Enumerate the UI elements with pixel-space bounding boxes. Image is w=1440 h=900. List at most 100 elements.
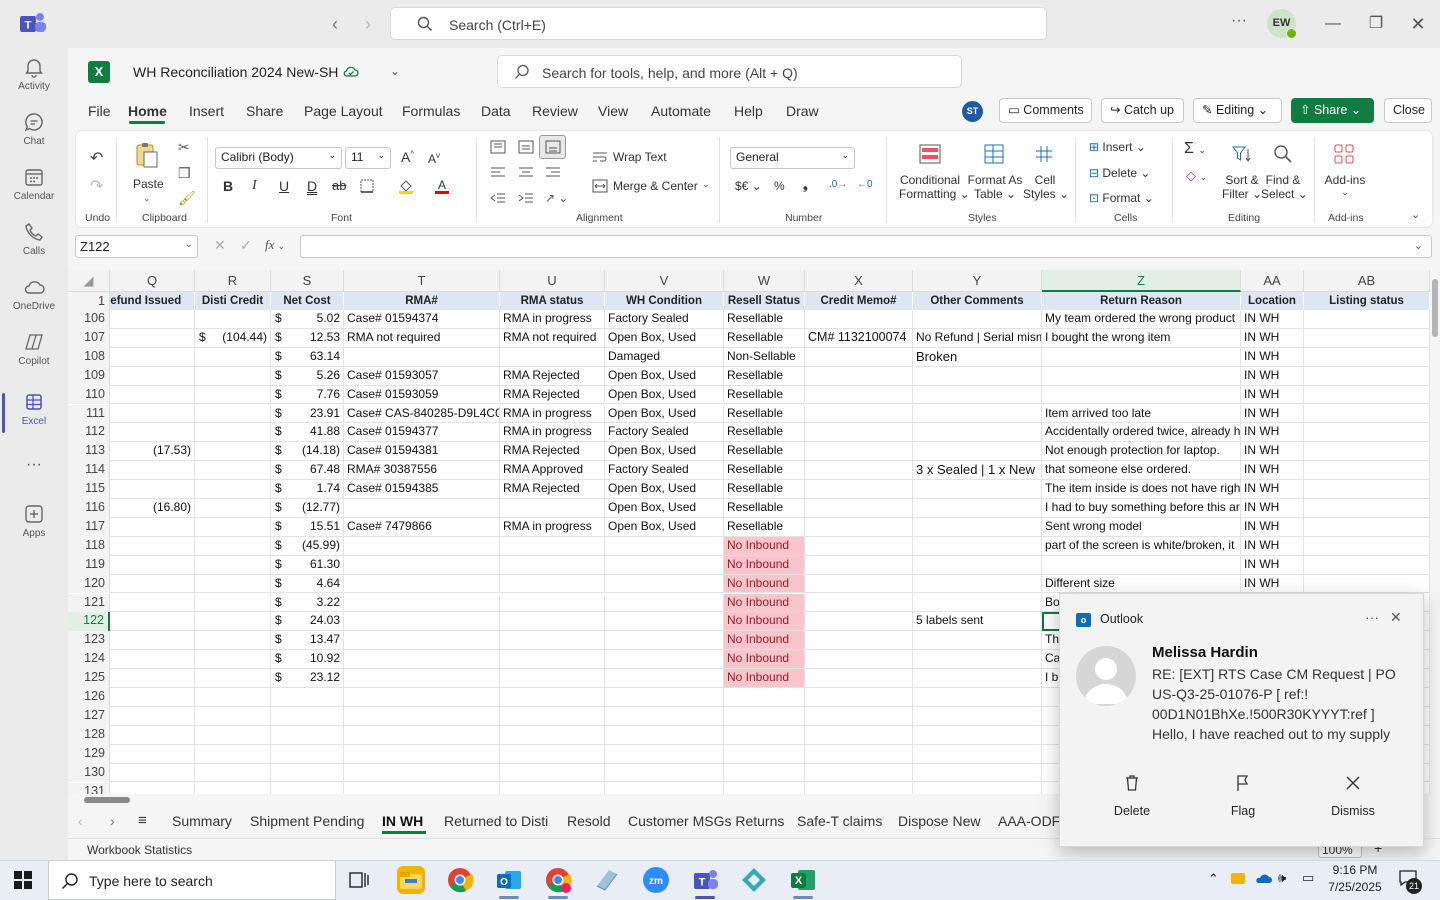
grid-cell[interactable] <box>195 442 271 462</box>
grid-cell[interactable] <box>1304 328 1430 348</box>
align-center-icon[interactable] <box>518 166 534 178</box>
grid-cell[interactable] <box>344 763 500 783</box>
grid-cell[interactable]: Resellable <box>724 423 805 443</box>
grid-cell[interactable]: $1.74 <box>271 480 344 499</box>
cut-icon[interactable]: ✂ <box>178 139 190 156</box>
add-ins-icon[interactable] <box>1333 143 1355 165</box>
column-header[interactable]: W <box>724 270 805 292</box>
grid-cell[interactable] <box>500 574 605 594</box>
paste-icon[interactable] <box>134 141 160 169</box>
grid-cell[interactable]: CM# 1132100074 <box>805 328 913 348</box>
grid-cell[interactable] <box>195 650 271 670</box>
chrome-icon[interactable] <box>446 866 474 894</box>
grid-cell[interactable] <box>195 555 271 575</box>
grid-cell[interactable] <box>500 650 605 670</box>
grid-cell[interactable]: I had to buy something before this ar <box>1042 499 1241 518</box>
row-header[interactable]: 110 <box>68 385 110 405</box>
grid-cell[interactable] <box>1042 555 1241 575</box>
grid-cell[interactable]: $67.48 <box>271 461 344 481</box>
grid-cell[interactable] <box>110 347 195 367</box>
outlook-taskbar-icon[interactable]: O <box>495 866 523 894</box>
undo-icon[interactable]: ↶ <box>90 148 103 168</box>
grid-cell[interactable]: RMA in progress <box>500 423 605 443</box>
column-header[interactable]: Z <box>1042 270 1241 292</box>
grid-cell[interactable] <box>805 423 913 443</box>
grid-cell[interactable] <box>1304 517 1430 537</box>
rail-more-icon[interactable]: ··· <box>0 456 68 474</box>
grid-cell[interactable]: $23.91 <box>271 404 344 424</box>
cell-styles-icon[interactable] <box>1033 143 1055 165</box>
collapse-ribbon-icon[interactable]: ⌄ <box>1411 208 1420 221</box>
grid-cell[interactable] <box>724 706 805 726</box>
close-button[interactable]: Close <box>1384 98 1432 123</box>
back-arrow-icon[interactable]: ‹ <box>323 12 347 36</box>
grid-cell[interactable] <box>195 404 271 424</box>
rail-calls[interactable]: Calls <box>0 221 68 257</box>
grid-cell[interactable]: $41.88 <box>271 423 344 443</box>
grid-cell[interactable] <box>913 536 1042 556</box>
insert-function-icon[interactable]: fx ⌄ <box>265 237 285 253</box>
grid-cell[interactable] <box>110 612 195 632</box>
double-underline-icon[interactable]: D <box>307 178 317 194</box>
menu-formulas[interactable]: Formulas <box>402 103 460 119</box>
grid-cell[interactable]: IN WH <box>1241 310 1304 329</box>
grid-cell[interactable]: RMA not required <box>500 328 605 348</box>
grid-cell[interactable] <box>110 763 195 783</box>
minimize-icon[interactable]: — <box>1318 12 1348 36</box>
grid-cell[interactable] <box>110 631 195 651</box>
grid-cell[interactable] <box>605 650 724 670</box>
bold-icon[interactable]: B <box>223 178 233 194</box>
grid-cell[interactable] <box>805 706 913 726</box>
conditional-formatting-button[interactable]: ConditionalFormatting ⌄ <box>899 173 970 201</box>
grid-cell[interactable] <box>1304 480 1430 499</box>
show-hidden-icons-icon[interactable]: ⌃ <box>1208 871 1219 887</box>
grid-cell[interactable] <box>913 593 1042 613</box>
grid-cell[interactable]: IN WH <box>1241 442 1304 462</box>
grid-cell[interactable] <box>805 650 913 670</box>
table-header-cell[interactable]: Resell Status <box>724 292 805 310</box>
grid-cell[interactable]: Damaged <box>605 347 724 367</box>
grid-cell[interactable]: Open Box, Used <box>605 442 724 462</box>
grid-cell[interactable]: No Inbound <box>724 631 805 651</box>
grid-cell[interactable]: Broken <box>913 347 1042 367</box>
grid-cell[interactable]: $15.51 <box>271 517 344 537</box>
formula-input[interactable]: ⌄ <box>300 235 1432 258</box>
rail-activity[interactable]: Activity <box>0 56 68 92</box>
forward-arrow-icon[interactable]: › <box>356 12 380 36</box>
grid-cell[interactable] <box>805 574 913 594</box>
grid-cell[interactable]: RMA Rejected <box>500 366 605 386</box>
grid-cell[interactable] <box>344 669 500 688</box>
grid-cell[interactable] <box>805 612 913 632</box>
grid-cell[interactable]: No Inbound <box>724 669 805 688</box>
workbook-name[interactable]: WH Reconciliation 2024 New-SH <box>133 64 338 80</box>
grid-cell[interactable]: Open Box, Used <box>605 517 724 537</box>
grid-cell[interactable] <box>1042 347 1241 367</box>
grid-cell[interactable]: No Inbound <box>724 574 805 594</box>
grid-cell[interactable] <box>605 536 724 556</box>
grid-cell[interactable] <box>805 480 913 499</box>
grid-cell[interactable]: $4.64 <box>271 574 344 594</box>
taskbar-clock[interactable]: 9:16 PM 7/25/2025 <box>1327 862 1383 896</box>
grid-cell[interactable]: Resellable <box>724 461 805 481</box>
grid-cell[interactable]: No Inbound <box>724 650 805 670</box>
grid-cell[interactable]: Resellable <box>724 442 805 462</box>
grid-cell[interactable] <box>605 593 724 613</box>
rail-chat[interactable]: Chat <box>0 111 68 147</box>
grid-cell[interactable] <box>1304 347 1430 367</box>
grid-cell[interactable]: $ (45.99) <box>271 536 344 556</box>
menu-share[interactable]: Share <box>246 103 283 119</box>
mail-tray-icon[interactable] <box>1231 873 1245 884</box>
grid-cell[interactable] <box>913 574 1042 594</box>
wrap-text-icon[interactable] <box>592 151 608 163</box>
grid-cell[interactable]: RMA in progress <box>500 404 605 424</box>
grid-cell[interactable] <box>913 366 1042 386</box>
rail-excel[interactable]: Excel <box>0 391 68 433</box>
grid-cell[interactable] <box>110 310 195 329</box>
grid-cell[interactable] <box>195 612 271 632</box>
format-as-table-icon[interactable] <box>983 143 1005 165</box>
menu-review[interactable]: Review <box>532 103 578 119</box>
row-header[interactable]: 126 <box>68 688 110 707</box>
row-header[interactable]: 106 <box>68 310 110 329</box>
vertical-scroll-thumb[interactable] <box>1432 279 1438 337</box>
volume-icon[interactable]: 🕪 <box>1278 870 1286 886</box>
